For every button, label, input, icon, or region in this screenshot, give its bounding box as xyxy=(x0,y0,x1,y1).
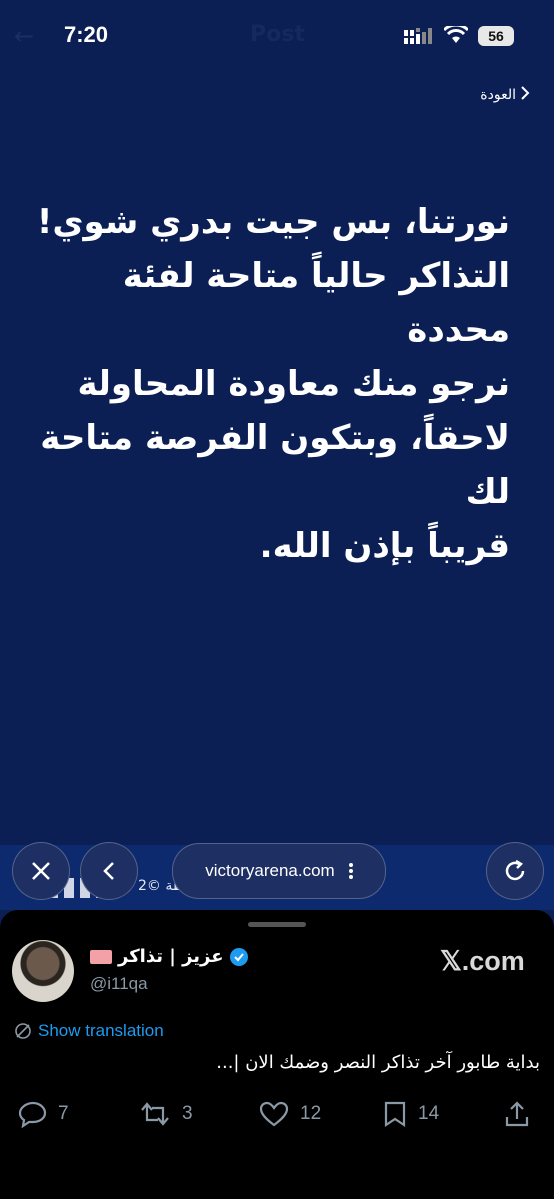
author-handle[interactable]: @i11qa xyxy=(90,974,148,994)
retweet-icon xyxy=(141,1102,169,1126)
tweet-actions: 7 3 12 14 xyxy=(0,1100,554,1140)
reply-count: 7 xyxy=(58,1103,69,1124)
reply-icon xyxy=(18,1101,47,1128)
retweet-count: 3 xyxy=(182,1103,193,1124)
message-line: قريباً بإذن الله. xyxy=(259,526,510,566)
back-arrow-icon: ← xyxy=(14,22,35,50)
x-site-label: 𝕏.com xyxy=(440,946,525,976)
share-button[interactable] xyxy=(504,1100,530,1128)
heart-icon xyxy=(259,1101,289,1127)
avatar[interactable] xyxy=(12,940,74,1002)
chevron-right-icon xyxy=(520,86,530,104)
reload-button[interactable] xyxy=(486,842,544,900)
back-link[interactable]: العودة xyxy=(480,86,530,104)
url-bar[interactable]: victoryarena.com xyxy=(172,843,386,899)
bookmark-count: 14 xyxy=(418,1103,440,1124)
page-message: نورتنا، بس جيت بدري شوي! التذاكر حالياً … xyxy=(30,195,510,573)
url-text: victoryarena.com xyxy=(205,861,335,880)
verified-badge-icon xyxy=(229,947,248,966)
chevron-left-icon xyxy=(103,862,114,880)
like-count: 12 xyxy=(300,1103,322,1124)
close-icon xyxy=(32,862,50,880)
author-name-text: عزيز | تذاكر xyxy=(118,946,224,967)
like-button[interactable]: 12 xyxy=(258,1100,321,1128)
message-line: التذاكر حالياً متاحة لفئة محددة xyxy=(122,256,510,350)
reload-icon xyxy=(505,859,525,881)
more-options-icon[interactable] xyxy=(348,863,353,879)
ghost-post-title: Post xyxy=(250,22,305,47)
show-translation-link[interactable]: Show translation xyxy=(14,1021,164,1041)
sheet-grabber[interactable] xyxy=(248,922,306,927)
bookmark-button[interactable]: 14 xyxy=(382,1100,439,1128)
message-line: نرجو منك معاودة المحاولة xyxy=(77,364,510,404)
message-line: لاحقاً، وبتكون الفرصة متاحة لك xyxy=(40,418,510,512)
tweet-text: بداية طابور آخر تذاكر النصر وضمك الان |.… xyxy=(216,1052,540,1073)
browser-back-button[interactable] xyxy=(80,842,138,900)
message-line: نورتنا، بس جيت بدري شوي! xyxy=(36,202,510,242)
share-icon xyxy=(505,1101,529,1127)
close-button[interactable] xyxy=(12,842,70,900)
tweet-sheet: عزيز | تذاكر @i11qa 𝕏.com Show translati… xyxy=(0,910,554,1199)
translate-icon xyxy=(15,1023,31,1039)
retweet-button[interactable]: 3 xyxy=(138,1100,193,1128)
show-translation-label: Show translation xyxy=(38,1021,164,1040)
battery-indicator: 56 xyxy=(478,26,514,46)
author-name[interactable]: عزيز | تذاكر xyxy=(90,946,248,967)
status-time: 7:20 xyxy=(64,22,109,47)
reply-button[interactable]: 7 xyxy=(18,1100,69,1128)
back-link-label: العودة xyxy=(480,87,516,103)
cellular-signal-icon xyxy=(404,28,432,44)
wifi-icon xyxy=(444,26,468,43)
ticket-icon xyxy=(90,949,112,964)
bookmark-icon xyxy=(384,1101,406,1128)
status-bar: ← Post 7:20 56 xyxy=(0,0,554,70)
